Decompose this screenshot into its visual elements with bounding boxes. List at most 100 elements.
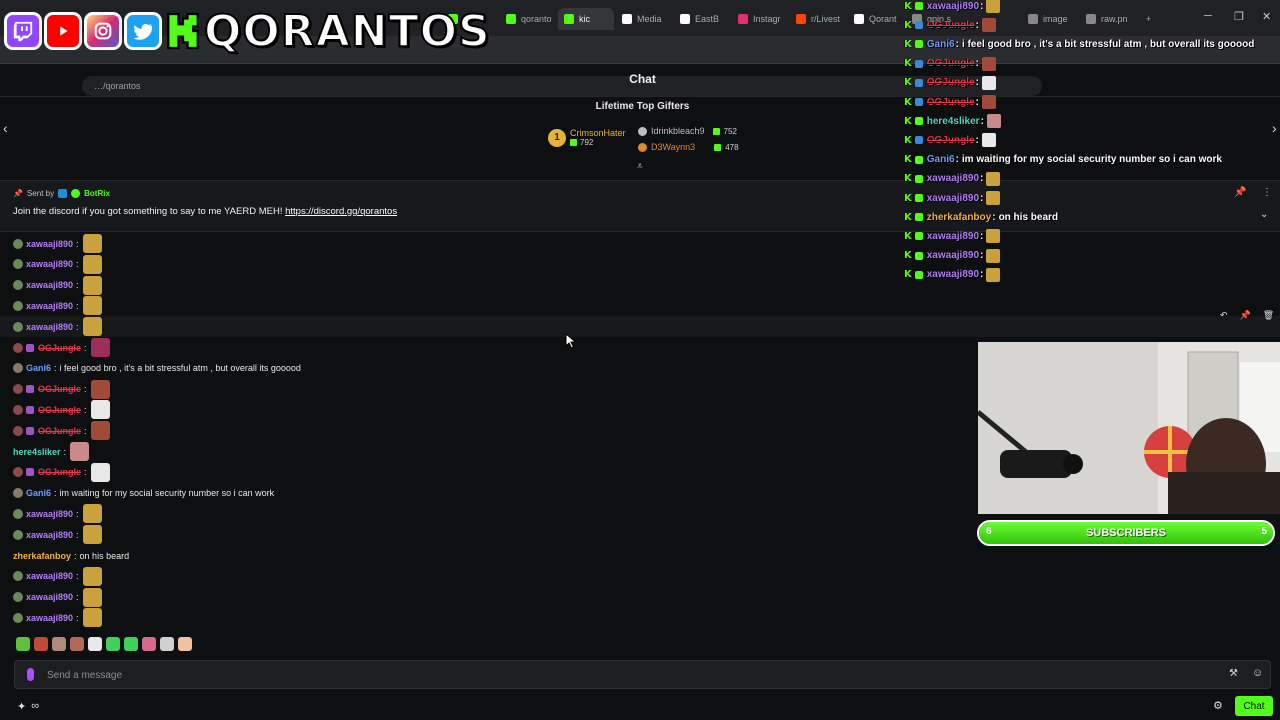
overlay-emote-image bbox=[986, 171, 1001, 186]
chat-message[interactable]: zherkafanboy: on his beard bbox=[0, 545, 1280, 566]
chat-username[interactable]: OGJungle bbox=[38, 467, 81, 477]
overlay-username: zherkafanboy bbox=[926, 211, 992, 223]
recent-emote[interactable] bbox=[70, 637, 84, 651]
gifter-count-row: 792 bbox=[570, 138, 626, 147]
recent-emote[interactable] bbox=[124, 637, 138, 651]
chat-message[interactable]: xawaaji890: bbox=[0, 316, 1280, 338]
tab-favicon-icon bbox=[506, 14, 516, 24]
webcam-scene-image bbox=[978, 342, 1280, 514]
browser-tab[interactable]: Media bbox=[616, 8, 672, 30]
chat-message[interactable]: xawaaji890: bbox=[0, 587, 1280, 608]
browser-tab[interactable]: EastB bbox=[674, 8, 730, 30]
emote-image bbox=[82, 234, 102, 253]
infinity-icon[interactable]: ∞ bbox=[31, 700, 39, 713]
overlay-user-badge-icon bbox=[914, 136, 923, 145]
pin-message-icon[interactable]: 📌 bbox=[1240, 310, 1251, 321]
emote-image bbox=[90, 379, 110, 399]
chat-username[interactable]: xawaaji890 bbox=[26, 239, 73, 249]
chat-username[interactable]: OGJungle bbox=[38, 405, 81, 415]
send-message-input[interactable] bbox=[47, 665, 1197, 685]
user-badge-icon bbox=[13, 238, 23, 249]
chat-username[interactable]: Gani6 bbox=[26, 363, 51, 373]
user-badge-icon bbox=[13, 467, 23, 478]
user-badge-icon bbox=[13, 342, 23, 353]
recent-emote[interactable] bbox=[34, 637, 48, 651]
kick-badge-icon: K bbox=[904, 230, 912, 242]
chat-username[interactable]: Gani6 bbox=[26, 488, 51, 498]
browser-tab[interactable]: r/Livest bbox=[790, 8, 846, 30]
recent-emote[interactable] bbox=[106, 637, 120, 651]
delete-icon[interactable]: 🗑 bbox=[1263, 310, 1274, 321]
kick-badge-icon: K bbox=[904, 0, 912, 12]
chat-message[interactable]: xawaaji890: bbox=[0, 295, 1280, 316]
collapse-gifters-icon[interactable]: ⩡ bbox=[637, 161, 643, 172]
chat-username[interactable]: xawaaji890 bbox=[26, 322, 73, 332]
chat-username[interactable]: here4sliker bbox=[13, 447, 61, 457]
recent-emote[interactable] bbox=[160, 637, 174, 651]
user-badge-icon bbox=[13, 404, 23, 415]
footer-left-tools: ✦ ∞ bbox=[17, 700, 39, 713]
chat-username[interactable]: OGJungle bbox=[38, 384, 81, 394]
overlay-chat-message: Khere4sliker : bbox=[904, 112, 1001, 130]
emote-image bbox=[82, 504, 102, 524]
chat-username[interactable]: xawaaji890 bbox=[26, 592, 73, 602]
overlay-chat-message: K OGJungle : bbox=[904, 16, 996, 34]
chat-username[interactable]: OGJungle bbox=[38, 426, 81, 436]
settings-gear-icon[interactable]: ⚙ bbox=[1213, 699, 1223, 712]
user-badge-icon bbox=[26, 343, 34, 352]
recent-emotes-bar bbox=[16, 637, 192, 651]
browser-tab[interactable]: kic bbox=[558, 8, 614, 30]
recent-emote[interactable] bbox=[88, 637, 102, 651]
overlay-chat-message: Kzherkafanboy : on his beard bbox=[904, 208, 1058, 226]
chevron-left-icon[interactable]: ‹ bbox=[3, 120, 8, 136]
chat-username[interactable]: xawaaji890 bbox=[26, 530, 73, 540]
chat-username[interactable]: xawaaji890 bbox=[26, 280, 73, 290]
message-composer: ⚒ ☺ bbox=[14, 660, 1271, 689]
overlay-separator: : bbox=[992, 211, 996, 223]
discord-link[interactable]: https://discord.gg/qorantos bbox=[285, 206, 397, 217]
recent-emote[interactable] bbox=[142, 637, 156, 651]
message-separator: : bbox=[54, 488, 57, 499]
emote-image bbox=[82, 566, 102, 586]
chat-username[interactable]: zherkafanboy bbox=[13, 551, 71, 561]
top-gifter-2[interactable]: Idrinkbleach9 752 bbox=[638, 126, 737, 136]
chat-username[interactable]: xawaaji890 bbox=[26, 571, 73, 581]
chat-username[interactable]: xawaaji890 bbox=[26, 613, 73, 623]
emote-image bbox=[90, 400, 110, 420]
youtube-icon bbox=[44, 12, 82, 50]
chat-username[interactable]: xawaaji890 bbox=[26, 259, 73, 269]
chat-message[interactable]: xawaaji890: bbox=[0, 566, 1280, 587]
chat-username[interactable]: xawaaji890 bbox=[26, 301, 73, 311]
overlay-emote-image bbox=[986, 0, 1001, 13]
pinned-bot-name[interactable]: BotRix bbox=[84, 189, 110, 198]
recent-emote[interactable] bbox=[16, 637, 30, 651]
overlay-username: here4sliker bbox=[926, 115, 980, 127]
recent-emote[interactable] bbox=[52, 637, 66, 651]
chat-message[interactable]: xawaaji890: bbox=[0, 607, 1280, 628]
mouse-cursor-icon bbox=[565, 333, 577, 349]
send-chat-button[interactable]: Chat bbox=[1235, 696, 1273, 716]
chat-username[interactable]: xawaaji890 bbox=[26, 509, 73, 519]
tab-favicon-icon bbox=[738, 14, 748, 24]
overlay-chat-message: Kxawaaji890 : bbox=[904, 0, 1001, 15]
recent-emote[interactable] bbox=[178, 637, 192, 651]
emote-image bbox=[90, 462, 110, 482]
browser-tab[interactable]: Qorant bbox=[848, 8, 904, 30]
overlay-username: xawaaji890 bbox=[926, 230, 980, 242]
brand-name: QORANTOS bbox=[203, 5, 491, 58]
chat-username[interactable]: OGJungle bbox=[38, 343, 81, 353]
verified-badge-icon bbox=[71, 189, 81, 198]
top-gifter-3[interactable]: D3Waynn3 478 bbox=[638, 142, 739, 152]
overlay-user-badge-icon bbox=[914, 155, 923, 164]
mod-tools-icon[interactable]: ⚒ bbox=[1229, 668, 1238, 679]
browser-tab[interactable]: Instagr bbox=[732, 8, 788, 30]
top-gifter-1[interactable]: 1 CrimsonHater 792 bbox=[548, 128, 626, 147]
user-badge-icon bbox=[13, 612, 23, 623]
overlay-username: xawaaji890 bbox=[926, 250, 980, 262]
points-icon[interactable]: ✦ bbox=[17, 700, 26, 713]
microphone-icon[interactable] bbox=[27, 668, 34, 681]
emote-image bbox=[82, 608, 102, 628]
emoji-picker-icon[interactable]: ☺ bbox=[1252, 667, 1263, 679]
browser-tab[interactable]: qoranto bbox=[500, 8, 556, 30]
reply-icon[interactable]: ↶ bbox=[1220, 310, 1228, 321]
